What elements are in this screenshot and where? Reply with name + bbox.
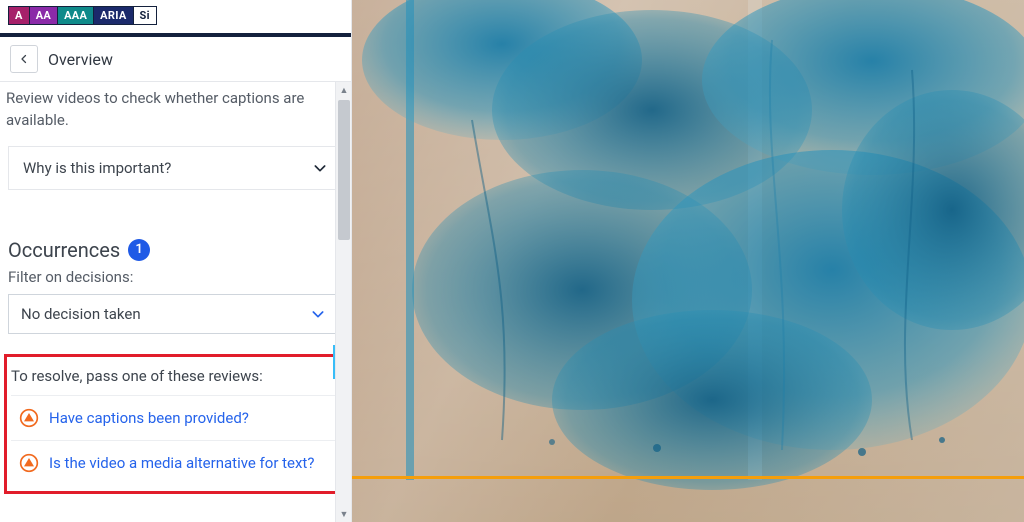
review-link-label: Have captions been provided? xyxy=(49,409,249,427)
sidebar: A AA AAA ARIA Si Overview Review videos … xyxy=(0,0,352,522)
badge-a[interactable]: A xyxy=(8,6,30,25)
chevron-down-icon xyxy=(312,160,328,176)
resolve-reviews-callout: To resolve, pass one of these reviews: H… xyxy=(4,354,343,494)
review-status-icon xyxy=(19,453,39,473)
chevron-left-icon xyxy=(18,53,30,65)
scroll-thumb[interactable] xyxy=(338,100,350,240)
badge-aa[interactable]: AA xyxy=(30,6,58,25)
badge-aaa[interactable]: AAA xyxy=(58,6,94,25)
sidebar-scrollbar[interactable]: ▲ ▼ xyxy=(335,82,351,522)
preview-art xyxy=(352,0,1024,522)
scroll-down-button[interactable]: ▼ xyxy=(336,506,351,522)
overview-title: Overview xyxy=(48,50,113,69)
review-status-icon xyxy=(19,408,39,428)
chevron-down-icon xyxy=(310,306,326,322)
review-link-label: Is the video a media alternative for tex… xyxy=(49,454,314,472)
issue-description: Review videos to check whether captions … xyxy=(4,82,347,140)
decision-filter-select[interactable]: No decision taken xyxy=(8,294,339,334)
occurrences-title-text: Occurrences xyxy=(8,238,120,262)
back-button[interactable] xyxy=(10,45,38,73)
resolve-title: To resolve, pass one of these reviews: xyxy=(11,367,336,395)
conformance-badges: A AA AAA ARIA Si xyxy=(0,0,351,33)
sidebar-scroll[interactable]: Review videos to check whether captions … xyxy=(0,82,351,522)
filter-label: Filter on decisions: xyxy=(8,268,343,286)
review-item-media-alternative[interactable]: Is the video a media alternative for tex… xyxy=(11,440,336,485)
decision-filter-value: No decision taken xyxy=(21,305,141,323)
element-highlight-underline xyxy=(352,476,1024,479)
why-important-accordion[interactable]: Why is this important? xyxy=(8,146,343,190)
why-important-label: Why is this important? xyxy=(23,159,171,177)
occurrences-heading: Occurrences 1 xyxy=(8,238,343,262)
badge-aria[interactable]: ARIA xyxy=(94,6,133,25)
review-item-captions[interactable]: Have captions been provided? xyxy=(11,395,336,440)
overview-header: Overview xyxy=(0,37,351,82)
scroll-up-button[interactable]: ▲ xyxy=(336,82,351,98)
page-preview[interactable] xyxy=(352,0,1024,522)
occurrences-count-badge: 1 xyxy=(128,239,150,261)
badge-si[interactable]: Si xyxy=(134,6,157,25)
